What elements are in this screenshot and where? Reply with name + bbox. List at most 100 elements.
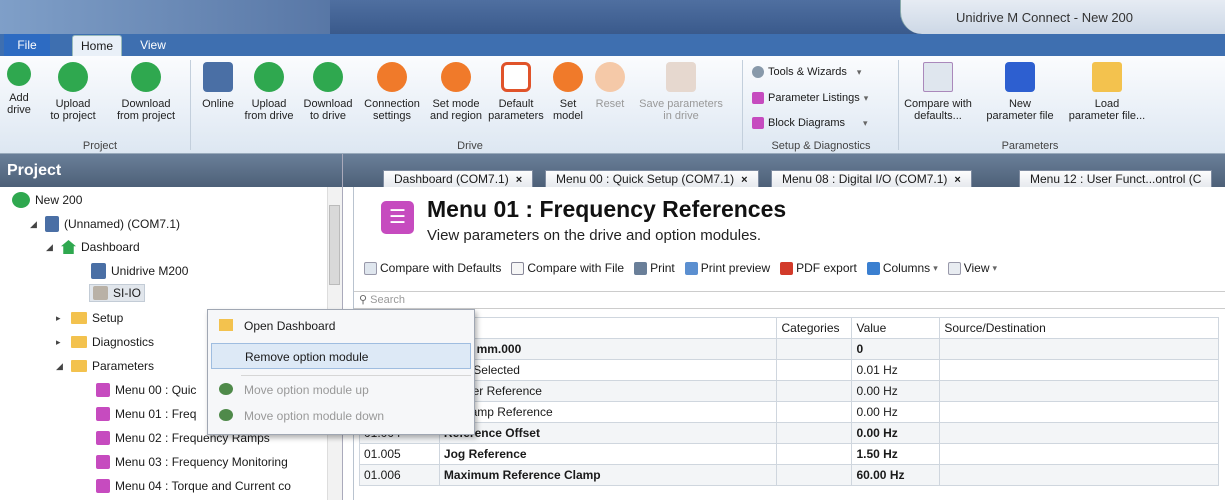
menu-item-move-down[interactable]: Move option module down (211, 403, 471, 429)
tab-view[interactable]: View (128, 34, 178, 56)
tree-node-dashboard[interactable]: ◢ Dashboard (46, 240, 140, 254)
set-mode-button[interactable]: Set mode and region (428, 62, 484, 122)
collapse-arrow-icon: ▸ (56, 312, 61, 323)
reset-button[interactable]: Reset (590, 62, 630, 110)
save-params-label-2: in drive (663, 110, 699, 122)
upload-project-label-1: Upload (55, 98, 91, 110)
menu-icon: ☰ (381, 201, 414, 234)
tree-node-setup[interactable]: ▸ Setup (56, 311, 123, 325)
table-row[interactable]: neter mm.000 0 (359, 338, 1219, 360)
column-header[interactable]: Value (851, 317, 941, 339)
upload-to-project-button[interactable]: Upload to project (38, 62, 108, 122)
default-parameters-button[interactable]: Default parameters (484, 62, 548, 122)
tab-file[interactable]: File (4, 34, 50, 56)
cell-value[interactable]: 0.01 Hz (851, 359, 941, 381)
tree-node-diagnostics[interactable]: ▸ Diagnostics (56, 335, 154, 349)
menu-item-move-up[interactable]: Move option module up (211, 377, 471, 403)
close-icon[interactable]: × (516, 174, 522, 186)
tab-menu08[interactable]: Menu 08 : Digital I/O (COM7.1) × (771, 170, 972, 187)
menu-item-label: Remove option module (245, 350, 369, 364)
content-area: Dashboard (COM7.1) × Menu 00 : Quick Setu… (343, 154, 1225, 500)
compare-file-tool[interactable]: Compare with File (511, 261, 624, 275)
tree-node-siio[interactable]: SI-IO (89, 284, 146, 302)
new-file-icon (1005, 62, 1035, 92)
drive-icon (45, 216, 59, 232)
block-diagrams-button[interactable]: Block Diagrams ▾ (752, 117, 868, 129)
scrollbar-thumb[interactable] (329, 205, 340, 285)
download-drive-label-2: to drive (309, 110, 347, 122)
tab-dashboard[interactable]: Dashboard (COM7.1) × (383, 170, 534, 187)
set-model-button[interactable]: Set model (550, 62, 586, 122)
load-parameter-file-button[interactable]: Load parameter file... (1060, 62, 1154, 122)
table-row[interactable]: ip Filter Reference 0.00 Hz (359, 380, 1219, 402)
cell-value[interactable]: 0.00 Hz (851, 380, 941, 402)
column-header[interactable]: Categories (776, 317, 853, 339)
print-tool[interactable]: Print (634, 261, 675, 275)
compare-defaults-tool[interactable]: Compare with Defaults (364, 261, 501, 275)
tree-node-menu04[interactable]: Menu 04 : Torque and Current co (96, 479, 291, 493)
ribbon-separator (190, 60, 191, 150)
columns-tool[interactable]: Columns ▾ (866, 261, 938, 275)
tree-node-menu01[interactable]: Menu 01 : Freq (96, 407, 196, 421)
tab-menu12[interactable]: Menu 12 : User Funct...ontrol (C (1019, 170, 1213, 187)
menu-item-label: Move option module down (244, 409, 385, 423)
cell-value[interactable]: 0 (851, 338, 941, 360)
new-parameter-file-button[interactable]: New parameter file (978, 62, 1062, 122)
close-icon[interactable]: × (741, 174, 747, 186)
parameter-listings-button[interactable]: Parameter Listings ▾ (752, 92, 868, 104)
group-label-project: Project (82, 140, 118, 152)
pdf-export-tool[interactable]: PDF export (780, 261, 857, 275)
project-header: Project (0, 154, 342, 187)
module-icon (93, 286, 108, 300)
tool-label: Compare with File (527, 261, 625, 275)
folder-icon (1092, 62, 1122, 92)
menu-item-remove-module[interactable]: Remove option module (211, 343, 471, 369)
table-row[interactable]: 01.006 Maximum Reference Clamp 60.00 Hz (359, 464, 1219, 486)
table-row[interactable]: 01.004Reference Offset0.00 Hz (359, 422, 1219, 444)
search-input[interactable]: ⚲ Search (354, 291, 1225, 309)
tree-node-unidrive[interactable]: Unidrive M200 (91, 263, 188, 279)
ribbon-separator (742, 60, 743, 150)
menu-item-open-dashboard[interactable]: Open Dashboard (211, 313, 471, 339)
expand-arrow-icon: ◢ (30, 218, 37, 229)
magnifier-icon (684, 261, 698, 275)
tree-node-drive[interactable]: ◢ (Unnamed) (COM7.1) (30, 216, 180, 232)
cell-value[interactable]: 0.00 Hz (851, 422, 941, 444)
tree-label-drive: (Unnamed) (COM7.1) (64, 217, 181, 231)
table-row[interactable]: 01.003Pre-ramp Reference0.00 Hz (359, 401, 1219, 423)
table-row[interactable]: ence Selected 0.01 Hz (359, 359, 1219, 381)
tab-home[interactable]: Home (72, 35, 122, 56)
column-header[interactable]: on (438, 317, 778, 339)
table-row[interactable]: 01.005 Jog Reference 1.50 Hz (359, 443, 1219, 465)
tree-node-parameters[interactable]: ◢ Parameters (56, 359, 154, 373)
tab-menu00[interactable]: Menu 00 : Quick Setup (COM7.1) × (545, 170, 759, 187)
connection-settings-button[interactable]: Connection settings (360, 62, 424, 122)
download-icon (131, 62, 161, 92)
upload-project-label-2: to project (50, 110, 96, 122)
tools-wizards-button[interactable]: Tools & Wizards ▾ (752, 66, 861, 78)
download-to-drive-button[interactable]: Download to drive (300, 62, 356, 122)
cell-value[interactable]: 60.00 Hz (851, 464, 941, 486)
cell-value[interactable]: 1.50 Hz (851, 443, 941, 465)
tree-node-menu03[interactable]: Menu 03 : Frequency Monitoring (96, 455, 288, 469)
compare-icon (923, 62, 953, 92)
close-icon[interactable]: × (954, 174, 960, 186)
save-parameters-button[interactable]: Save parameters in drive (634, 62, 728, 122)
column-header[interactable]: Source/Destination (939, 317, 1219, 339)
add-drive-button[interactable]: Add drive (4, 62, 34, 116)
cell-value[interactable]: 0.00 Hz (851, 401, 941, 423)
tool-label: Columns (882, 261, 931, 275)
compare-defaults-button[interactable]: Compare with defaults... (902, 62, 974, 122)
menu-page: ☰ Menu 01 : Frequency References View pa… (353, 187, 1225, 500)
view-tool[interactable]: View ▾ (947, 261, 997, 275)
connection-label-1: Connection (364, 98, 420, 110)
listings-label: Parameter Listings (768, 92, 860, 104)
upload-from-drive-button[interactable]: Upload from drive (240, 62, 298, 122)
online-button[interactable]: Online (196, 62, 240, 110)
print-preview-tool[interactable]: Print preview (684, 261, 770, 275)
download-from-project-button[interactable]: Download from project (108, 62, 184, 122)
upload-drive-label-2: from drive (244, 110, 294, 122)
tree-node-menu00[interactable]: Menu 00 : Quic (96, 383, 196, 397)
tab-label: Menu 08 : Digital I/O (COM7.1) (782, 172, 948, 186)
tree-node-root[interactable]: New 200 (12, 192, 82, 208)
